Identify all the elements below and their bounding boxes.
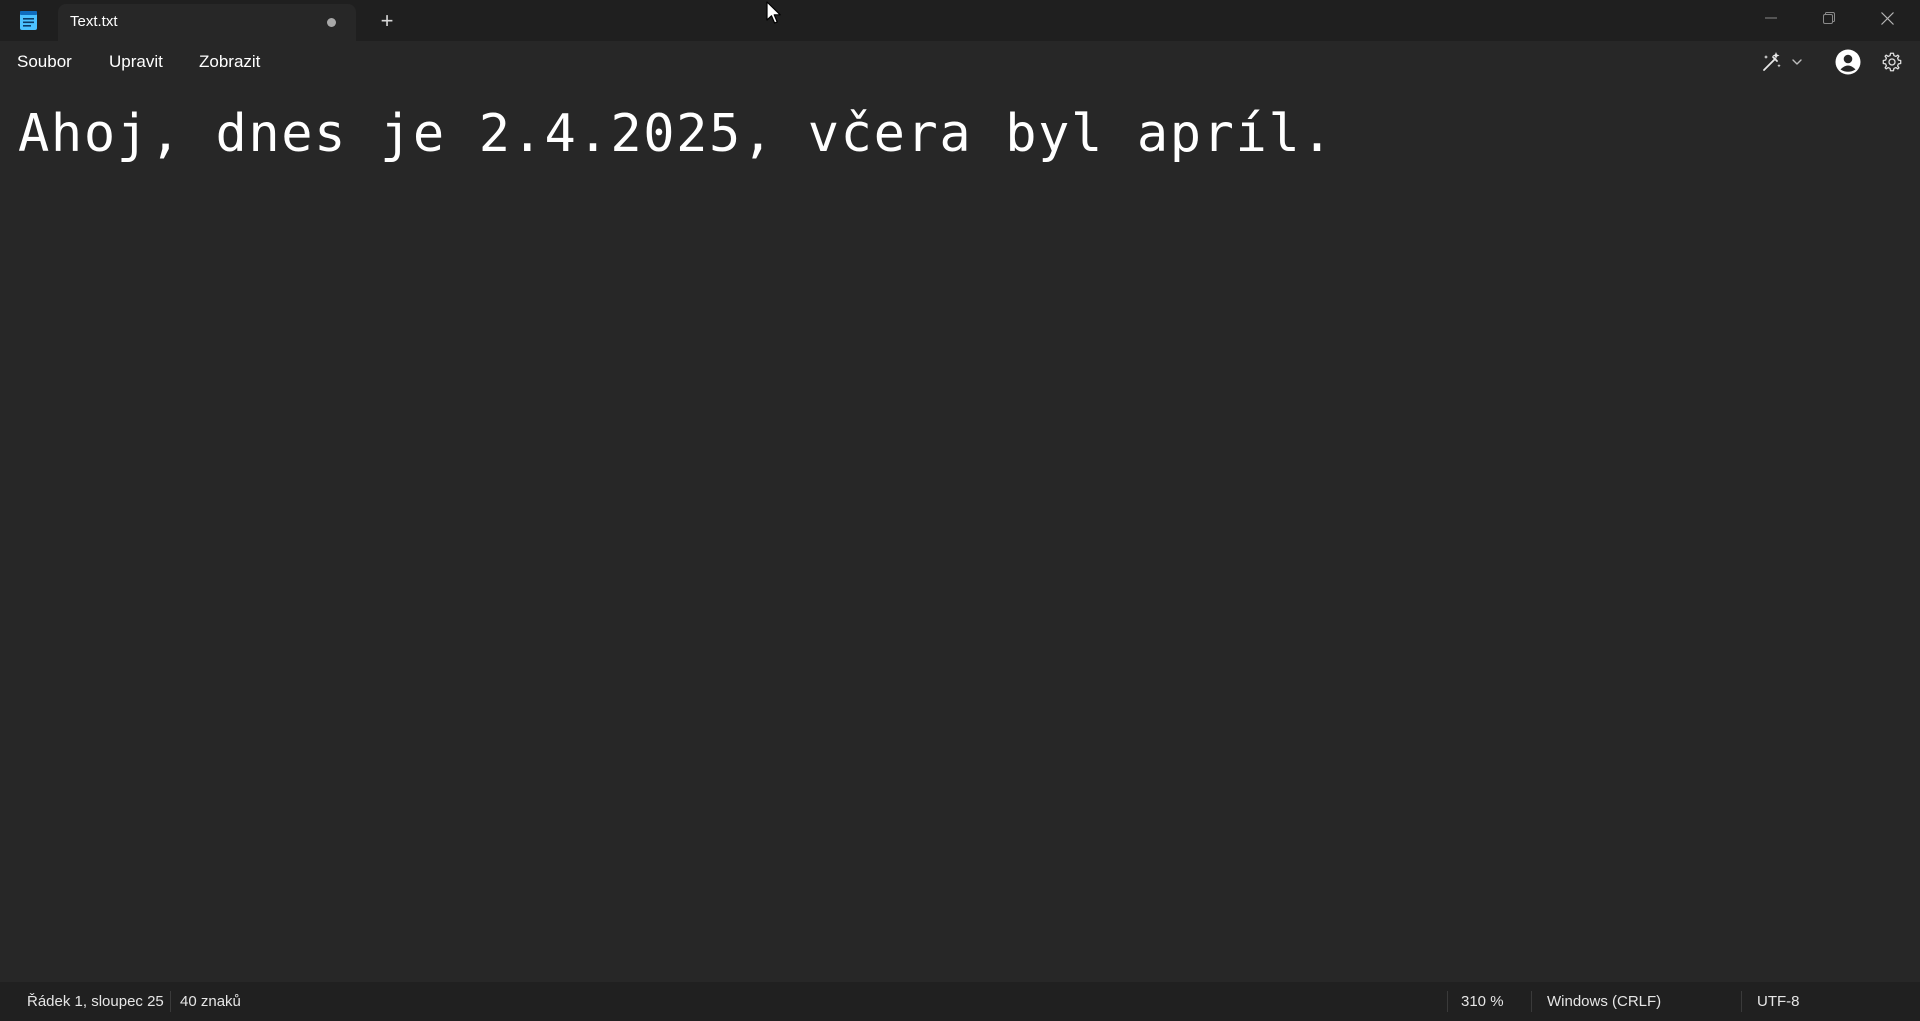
restore-button[interactable]	[1800, 0, 1858, 36]
account-icon	[1835, 49, 1861, 75]
mouse-cursor-icon	[766, 1, 781, 24]
status-bar: Řádek 1, sloupec 25 40 znaků 310 % Windo…	[0, 982, 1920, 1021]
minimize-icon	[1765, 17, 1777, 19]
close-icon	[1880, 11, 1894, 25]
notepad-window: Text.txt + Soubor Upravit Zobrazit Ahoj,…	[0, 0, 1920, 1021]
encoding[interactable]: UTF-8	[1757, 993, 1800, 1010]
tab-text-txt[interactable]: Text.txt	[58, 4, 356, 41]
editor-content[interactable]: Ahoj, dnes je 2.4.2025, včera byl apríl.	[18, 104, 1334, 164]
copilot-icon	[1763, 52, 1781, 71]
text-editor[interactable]: Ahoj, dnes je 2.4.2025, včera byl apríl.	[0, 82, 1920, 982]
settings-button[interactable]	[1881, 49, 1903, 75]
close-button[interactable]	[1858, 0, 1916, 36]
cursor-position[interactable]: Řádek 1, sloupec 25	[27, 993, 164, 1010]
menu-view[interactable]: Zobrazit	[199, 52, 260, 72]
status-divider	[170, 991, 171, 1012]
menu-edit[interactable]: Upravit	[109, 52, 163, 72]
new-tab-button[interactable]: +	[376, 10, 398, 32]
zoom-level[interactable]: 310 %	[1461, 993, 1504, 1010]
restore-icon	[1823, 12, 1835, 24]
status-divider	[1447, 991, 1448, 1012]
chevron-down-icon	[1792, 59, 1802, 65]
unsaved-dot-icon[interactable]	[327, 18, 336, 27]
menu-bar: Soubor Upravit Zobrazit	[0, 41, 1920, 82]
gear-icon	[1882, 52, 1902, 72]
menu-file[interactable]: Soubor	[17, 52, 72, 72]
account-button[interactable]	[1835, 49, 1861, 75]
copilot-button[interactable]	[1760, 49, 1804, 75]
minimize-button[interactable]	[1742, 0, 1800, 36]
notepad-app-icon	[19, 10, 38, 31]
tab-title: Text.txt	[70, 13, 118, 30]
title-bar[interactable]: Text.txt +	[0, 0, 1920, 41]
status-divider	[1531, 991, 1532, 1012]
line-ending[interactable]: Windows (CRLF)	[1547, 993, 1661, 1010]
status-divider	[1741, 991, 1742, 1012]
character-count: 40 znaků	[180, 993, 241, 1010]
